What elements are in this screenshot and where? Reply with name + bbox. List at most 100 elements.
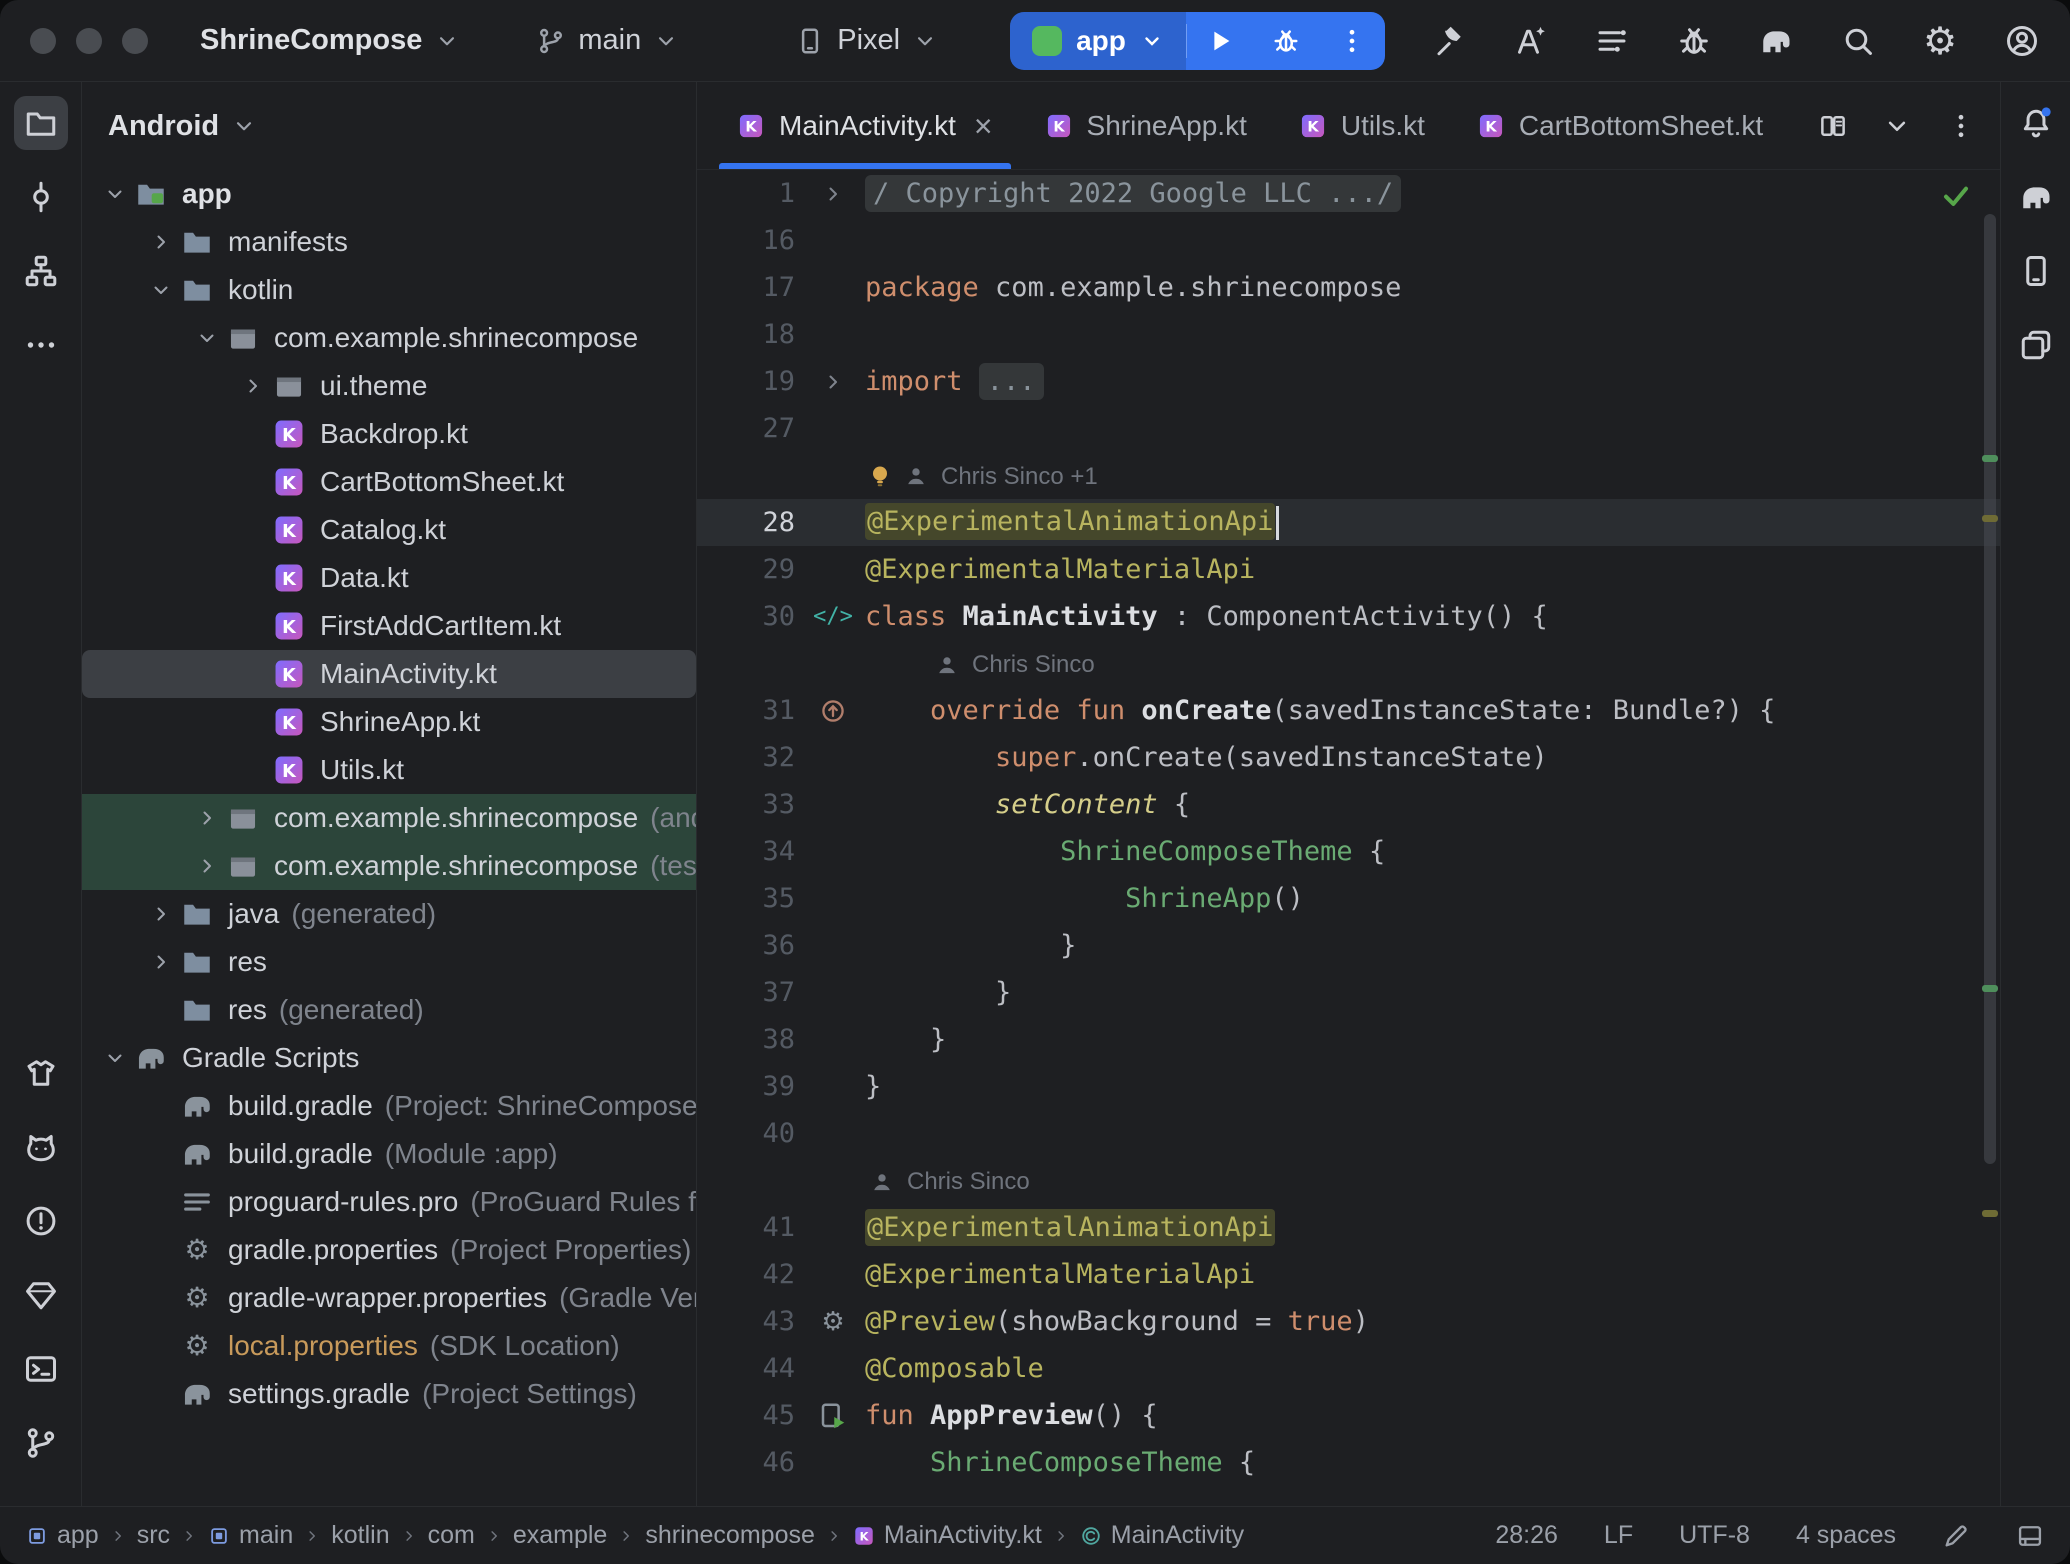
tree-item-local.properties[interactable]: ⚙local.properties(SDK Location) bbox=[82, 1322, 696, 1370]
code-line-33[interactable]: 33 setContent { bbox=[697, 781, 2000, 828]
settings-icon[interactable]: ⚙ bbox=[1922, 23, 1958, 59]
breadcrumb-item-app[interactable]: app bbox=[26, 1521, 99, 1550]
tree-item-catalog.kt[interactable]: KCatalog.kt bbox=[82, 506, 696, 554]
code-editor[interactable]: 1/ Copyright 2022 Google LLC .../1617pac… bbox=[697, 170, 2000, 1506]
tree-item-backdrop.kt[interactable]: KBackdrop.kt bbox=[82, 410, 696, 458]
intention-bulb-icon[interactable] bbox=[865, 461, 895, 491]
editor-scrollbar[interactable] bbox=[1984, 214, 1996, 1164]
inspections-ok-icon[interactable] bbox=[1940, 180, 1972, 212]
tab-options-kebab-icon[interactable] bbox=[1946, 111, 1976, 141]
code-line-40[interactable]: 40 bbox=[697, 1110, 2000, 1157]
tree-item-kotlin[interactable]: kotlin bbox=[82, 266, 696, 314]
chevron-right-icon[interactable] bbox=[142, 902, 180, 926]
breadcrumb-item-example[interactable]: example bbox=[513, 1521, 608, 1550]
profiler-icon[interactable] bbox=[1676, 23, 1712, 59]
tree-item-gradle.properties[interactable]: ⚙gradle.properties(Project Properties) bbox=[82, 1226, 696, 1274]
app-quality-insights-tool-button[interactable] bbox=[14, 1268, 68, 1322]
tree-item-res[interactable]: res(generated) bbox=[82, 986, 696, 1034]
device-selector[interactable]: Pixel bbox=[795, 24, 938, 57]
code-line-1[interactable]: 1/ Copyright 2022 Google LLC .../ bbox=[697, 170, 2000, 217]
editor-tab-Utils.kt[interactable]: KUtils.kt bbox=[1273, 82, 1451, 169]
code-line-39[interactable]: 39} bbox=[697, 1063, 2000, 1110]
tree-item-firstaddcartitem.kt[interactable]: KFirstAddCartItem.kt bbox=[82, 602, 696, 650]
code-line-28[interactable]: 28@ExperimentalAnimationApi bbox=[697, 499, 2000, 546]
project-view-selector[interactable]: Android bbox=[82, 82, 696, 170]
code-line-37[interactable]: 37 } bbox=[697, 969, 2000, 1016]
tree-item-data.kt[interactable]: KData.kt bbox=[82, 554, 696, 602]
code-line-34[interactable]: 34 ShrineComposeTheme { bbox=[697, 828, 2000, 875]
device-manager-tool-button[interactable] bbox=[2009, 244, 2063, 298]
breadcrumb-item-main[interactable]: main bbox=[208, 1521, 293, 1550]
notifications-tool-button[interactable] bbox=[2009, 96, 2063, 150]
build-variants-tool-button[interactable] bbox=[14, 1046, 68, 1100]
vcs-branch-widget[interactable]: main bbox=[536, 24, 679, 57]
tree-item-gradle-scripts[interactable]: Gradle Scripts bbox=[82, 1034, 696, 1082]
tree-item-com.example.shrinecompose[interactable]: com.example.shrinecompose(test) bbox=[82, 842, 696, 890]
code-line-29[interactable]: 29@ExperimentalMaterialApi bbox=[697, 546, 2000, 593]
caret-position-widget[interactable]: 28:26 bbox=[1495, 1521, 1558, 1550]
breadcrumb-item-com[interactable]: com bbox=[428, 1521, 475, 1550]
chevron-right-icon[interactable] bbox=[234, 374, 272, 398]
chevron-down-icon[interactable] bbox=[188, 326, 226, 350]
chevron-right-icon[interactable] bbox=[142, 230, 180, 254]
fold-arrow-icon[interactable] bbox=[801, 370, 865, 394]
tree-item-java[interactable]: java(generated) bbox=[82, 890, 696, 938]
overriding-method-icon[interactable] bbox=[801, 697, 865, 725]
chevron-right-icon[interactable] bbox=[142, 950, 180, 974]
close-window-button[interactable] bbox=[30, 28, 56, 54]
version-control-tool-button[interactable] bbox=[14, 1416, 68, 1470]
editor-tab-CartBottomSheet.kt[interactable]: KCartBottomSheet.kt bbox=[1451, 82, 1789, 169]
more-tool-button[interactable] bbox=[14, 318, 68, 372]
tree-item-com.example.shrinecompose[interactable]: com.example.shrinecompose(andr bbox=[82, 794, 696, 842]
tree-item-build.gradle[interactable]: build.gradle(Module :app) bbox=[82, 1130, 696, 1178]
terminal-tool-button[interactable] bbox=[14, 1342, 68, 1396]
code-author-annotation[interactable]: Chris Sinco bbox=[697, 1157, 2000, 1204]
code-line-16[interactable]: 16 bbox=[697, 217, 2000, 264]
fold-arrow-icon[interactable] bbox=[801, 182, 865, 206]
code-line-36[interactable]: 36 } bbox=[697, 922, 2000, 969]
chevron-down-icon[interactable] bbox=[142, 278, 180, 302]
code-line-41[interactable]: 41@ExperimentalAnimationApi bbox=[697, 1204, 2000, 1251]
gradle-sync-icon[interactable] bbox=[1758, 23, 1794, 59]
debug-button[interactable] bbox=[1253, 12, 1319, 70]
code-line-38[interactable]: 38 } bbox=[697, 1016, 2000, 1063]
code-line-27[interactable]: 27 bbox=[697, 405, 2000, 452]
code-line-35[interactable]: 35 ShrineApp() bbox=[697, 875, 2000, 922]
code-line-42[interactable]: 42@ExperimentalMaterialApi bbox=[697, 1251, 2000, 1298]
breadcrumb-item-shrinecompose[interactable]: shrinecompose bbox=[645, 1521, 815, 1550]
code-line-32[interactable]: 32 super.onCreate(savedInstanceState) bbox=[697, 734, 2000, 781]
code-line-31[interactable]: 31 override fun onCreate(savedInstanceSt… bbox=[697, 687, 2000, 734]
tree-item-cartbottomsheet.kt[interactable]: KCartBottomSheet.kt bbox=[82, 458, 696, 506]
tree-item-res[interactable]: res bbox=[82, 938, 696, 986]
editor-tab-MainActivity.kt[interactable]: KMainActivity.kt× bbox=[711, 82, 1019, 169]
tree-item-ui.theme[interactable]: ui.theme bbox=[82, 362, 696, 410]
run-button[interactable] bbox=[1187, 12, 1253, 70]
highlight-stripe-mark[interactable] bbox=[1982, 1210, 1998, 1217]
code-line-44[interactable]: 44@Composable bbox=[697, 1345, 2000, 1392]
tree-item-utils.kt[interactable]: KUtils.kt bbox=[82, 746, 696, 794]
logcat-tool-button[interactable] bbox=[14, 1120, 68, 1174]
breadcrumb-item-mainactivity[interactable]: MainActivity bbox=[1080, 1521, 1244, 1550]
chevron-right-icon[interactable] bbox=[188, 806, 226, 830]
indent-widget[interactable]: 4 spaces bbox=[1796, 1521, 1896, 1550]
code-author-annotation[interactable]: Chris Sinco bbox=[697, 640, 2000, 687]
code-line-46[interactable]: 46 ShrineComposeTheme { bbox=[697, 1439, 2000, 1486]
commit-tool-button[interactable] bbox=[14, 170, 68, 224]
account-icon[interactable] bbox=[2004, 23, 2040, 59]
project-tool-button[interactable] bbox=[14, 96, 68, 150]
breadcrumb-item-mainactivity.kt[interactable]: KMainActivity.kt bbox=[853, 1521, 1042, 1550]
code-line-45[interactable]: 45fun AppPreview() { bbox=[697, 1392, 2000, 1439]
tree-item-mainactivity.kt[interactable]: KMainActivity.kt bbox=[82, 650, 696, 698]
tree-item-gradle-wrapper.properties[interactable]: ⚙gradle-wrapper.properties(Gradle Ver bbox=[82, 1274, 696, 1322]
tree-item-build.gradle[interactable]: build.gradle(Project: ShrineCompose) bbox=[82, 1082, 696, 1130]
readonly-indicator-icon[interactable] bbox=[1942, 1522, 1970, 1550]
tree-item-proguard-rules.pro[interactable]: proguard-rules.pro(ProGuard Rules fo bbox=[82, 1178, 696, 1226]
chevron-down-icon[interactable] bbox=[96, 182, 134, 206]
editor-tab-ShrineApp.kt[interactable]: KShrineApp.kt bbox=[1019, 82, 1273, 169]
code-line-19[interactable]: 19import ... bbox=[697, 358, 2000, 405]
run-configuration-selector[interactable]: app bbox=[1010, 12, 1186, 70]
encoding-widget[interactable]: UTF-8 bbox=[1679, 1521, 1750, 1550]
run-preview-icon[interactable] bbox=[801, 1401, 865, 1431]
project-widget[interactable]: ShrineCompose bbox=[200, 24, 460, 57]
breadcrumb-item-kotlin[interactable]: kotlin bbox=[331, 1521, 389, 1550]
